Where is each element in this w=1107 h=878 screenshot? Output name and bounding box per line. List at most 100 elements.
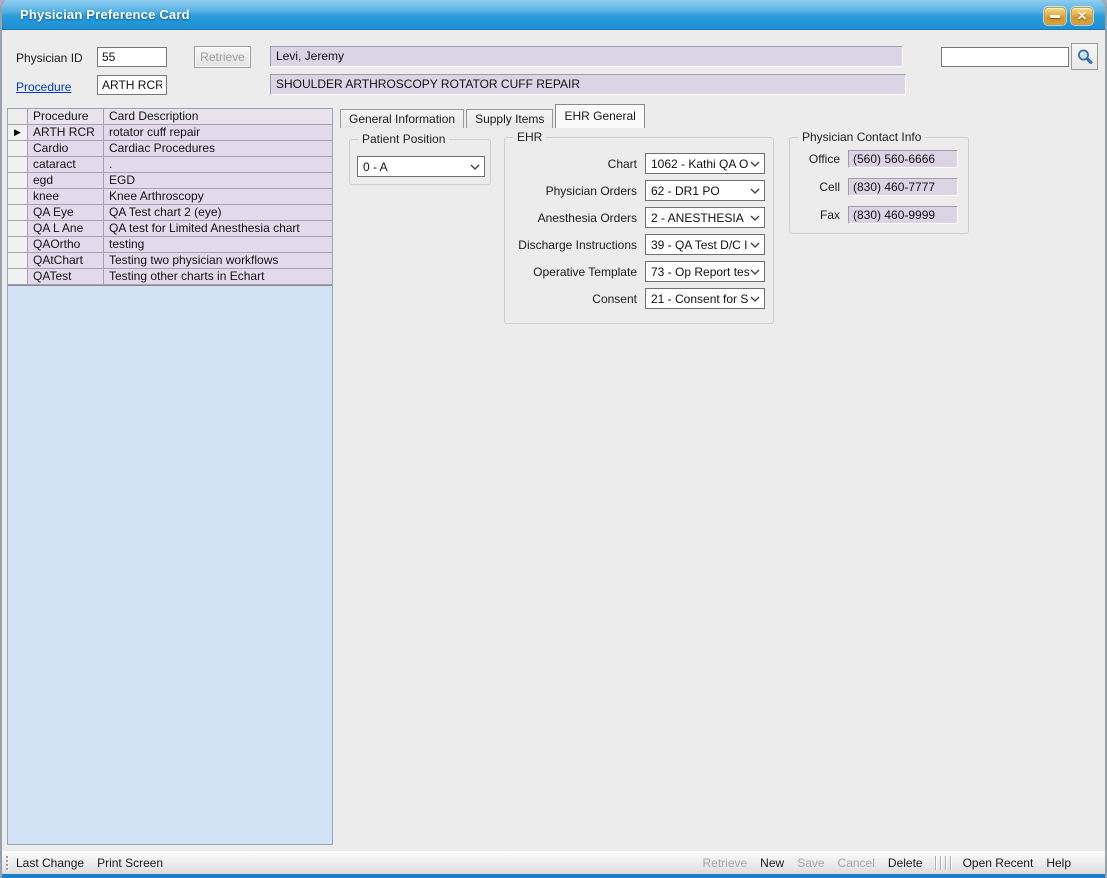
chart-value: 1062 - Kathi QA O — [651, 157, 750, 171]
cell-description[interactable]: Testing other charts in Echart — [104, 269, 332, 285]
row-selector[interactable] — [8, 189, 28, 205]
cell-description[interactable]: rotator cuff repair — [104, 125, 332, 141]
statusbar-item-new[interactable]: New — [760, 856, 784, 870]
current-row-arrow-icon: ▶ — [14, 128, 21, 137]
procedure-description-field: SHOULDER ARTHROSCOPY ROTATOR CUFF REPAIR — [270, 74, 906, 95]
row-selector[interactable] — [8, 269, 28, 285]
fax-phone-field: (830) 460-9999 — [848, 206, 958, 224]
search-icon — [1076, 48, 1094, 66]
row-selector[interactable] — [8, 221, 28, 237]
consent-value: 21 - Consent for S — [651, 292, 750, 306]
table-row[interactable]: cataract . — [8, 157, 332, 173]
row-selector[interactable] — [8, 157, 28, 173]
cell-description[interactable]: testing — [104, 237, 332, 253]
ehr-field-row: Physician Orders 62 - DR1 PO — [513, 180, 765, 201]
chart-combo[interactable]: 1062 - Kathi QA O — [645, 153, 765, 174]
cell-procedure[interactable]: egd — [28, 173, 104, 189]
operative-template-value: 73 - Op Report tes — [651, 265, 750, 279]
chevron-down-icon — [750, 161, 760, 167]
fax-label: Fax — [790, 208, 840, 222]
operative-template-combo[interactable]: 73 - Op Report tes — [645, 261, 765, 282]
row-selector[interactable] — [8, 141, 28, 157]
physician-orders-label: Physician Orders — [513, 184, 637, 198]
anesthesia-orders-value: 2 - ANESTHESIA — [651, 211, 750, 225]
cell-description[interactable]: QA Test chart 2 (eye) — [104, 205, 332, 221]
table-row[interactable]: knee Knee Arthroscopy — [8, 189, 332, 205]
row-selector[interactable] — [8, 173, 28, 189]
physician-id-input[interactable] — [97, 47, 167, 67]
statusbar-item-print-screen[interactable]: Print Screen — [97, 856, 163, 870]
tab-label: EHR General — [564, 109, 635, 123]
statusbar-item-last-change[interactable]: Last Change — [16, 856, 84, 870]
discharge-instructions-label: Discharge Instructions — [513, 238, 637, 252]
statusbar-item-help[interactable]: Help — [1046, 856, 1071, 870]
patient-position-combo[interactable]: 0 - A — [357, 156, 485, 177]
cell-description[interactable]: Testing two physician workflows — [104, 253, 332, 269]
ehr-field-row: Anesthesia Orders 2 - ANESTHESIA — [513, 207, 765, 228]
chevron-down-icon — [750, 188, 760, 194]
office-phone-field: (560) 560-6666 — [848, 150, 958, 168]
statusbar-item-open-recent[interactable]: Open Recent — [963, 856, 1034, 870]
cell-description[interactable]: QA test for Limited Anesthesia chart — [104, 221, 332, 237]
consent-combo[interactable]: 21 - Consent for S — [645, 288, 765, 309]
office-label: Office — [790, 152, 840, 166]
physician-id-label: Physician ID — [16, 51, 83, 65]
ehr-field-row: Operative Template 73 - Op Report tes — [513, 261, 765, 282]
cell-description[interactable]: . — [104, 157, 332, 173]
close-button[interactable]: ✕ — [1071, 7, 1093, 25]
window-bottom-border — [2, 874, 1105, 878]
table-row[interactable]: QA Eye QA Test chart 2 (eye) — [8, 205, 332, 221]
table-row[interactable]: egd EGD — [8, 173, 332, 189]
contact-field-row: Fax (830) 460-9999 — [790, 206, 958, 224]
table-row[interactable]: QATest Testing other charts in Echart — [8, 269, 332, 285]
titlebar[interactable]: Physician Preference Card ✕ — [2, 0, 1105, 30]
tab-label: Supply Items — [475, 112, 544, 126]
tab-supply-items[interactable]: Supply Items — [466, 109, 553, 128]
discharge-instructions-combo[interactable]: 39 - QA Test D/C I — [645, 234, 765, 255]
cell-procedure[interactable]: cataract — [28, 157, 104, 173]
row-selector[interactable] — [8, 237, 28, 253]
procedure-code-input[interactable] — [97, 75, 167, 95]
table-row[interactable]: QAOrtho testing — [8, 237, 332, 253]
search-button[interactable] — [1071, 43, 1098, 70]
retrieve-button[interactable]: Retrieve — [194, 46, 251, 68]
patient-position-value: 0 - A — [363, 160, 470, 174]
table-row[interactable]: ▶ ARTH RCR rotator cuff repair — [8, 125, 332, 141]
row-selector[interactable] — [8, 205, 28, 221]
ehr-field-row: Consent 21 - Consent for S — [513, 288, 765, 309]
statusbar-item-cancel: Cancel — [838, 856, 875, 870]
minimize-button[interactable] — [1044, 7, 1066, 25]
table-row[interactable]: Cardio Cardiac Procedures — [8, 141, 332, 157]
tab-general-information[interactable]: General Information — [340, 109, 464, 128]
table-row[interactable]: QA L Ane QA test for Limited Anesthesia … — [8, 221, 332, 237]
physician-orders-combo[interactable]: 62 - DR1 PO — [645, 180, 765, 201]
cell-description[interactable]: Knee Arthroscopy — [104, 189, 332, 205]
cell-procedure[interactable]: ARTH RCR — [28, 125, 104, 141]
minimize-icon — [1050, 15, 1060, 18]
cell-description[interactable]: Cardiac Procedures — [104, 141, 332, 157]
ehr-field-row: Discharge Instructions 39 - QA Test D/C … — [513, 234, 765, 255]
anesthesia-orders-combo[interactable]: 2 - ANESTHESIA — [645, 207, 765, 228]
patient-position-group: Patient Position 0 - A — [349, 139, 491, 185]
header-procedure[interactable]: Procedure — [28, 109, 104, 125]
cell-description[interactable]: EGD — [104, 173, 332, 189]
row-selector[interactable] — [8, 253, 28, 269]
header-card-description[interactable]: Card Description — [104, 109, 332, 125]
cell-procedure[interactable]: Cardio — [28, 141, 104, 157]
close-icon: ✕ — [1077, 10, 1087, 22]
tab-ehr-general[interactable]: EHR General — [555, 104, 644, 128]
cell-procedure[interactable]: QAtChart — [28, 253, 104, 269]
cell-procedure[interactable]: QA L Ane — [28, 221, 104, 237]
procedure-link[interactable]: Procedure — [16, 80, 71, 94]
row-selector[interactable]: ▶ — [8, 125, 28, 141]
cell-procedure[interactable]: QAOrtho — [28, 237, 104, 253]
statusbar-item-delete[interactable]: Delete — [888, 856, 923, 870]
table-row[interactable]: QAtChart Testing two physician workflows — [8, 253, 332, 269]
chevron-down-icon — [750, 269, 760, 275]
cell-procedure[interactable]: QATest — [28, 269, 104, 285]
cell-procedure[interactable]: knee — [28, 189, 104, 205]
table-header-row: Procedure Card Description — [8, 109, 332, 125]
search-input[interactable] — [941, 47, 1069, 67]
cell-procedure[interactable]: QA Eye — [28, 205, 104, 221]
header-selector-cell — [8, 109, 28, 125]
